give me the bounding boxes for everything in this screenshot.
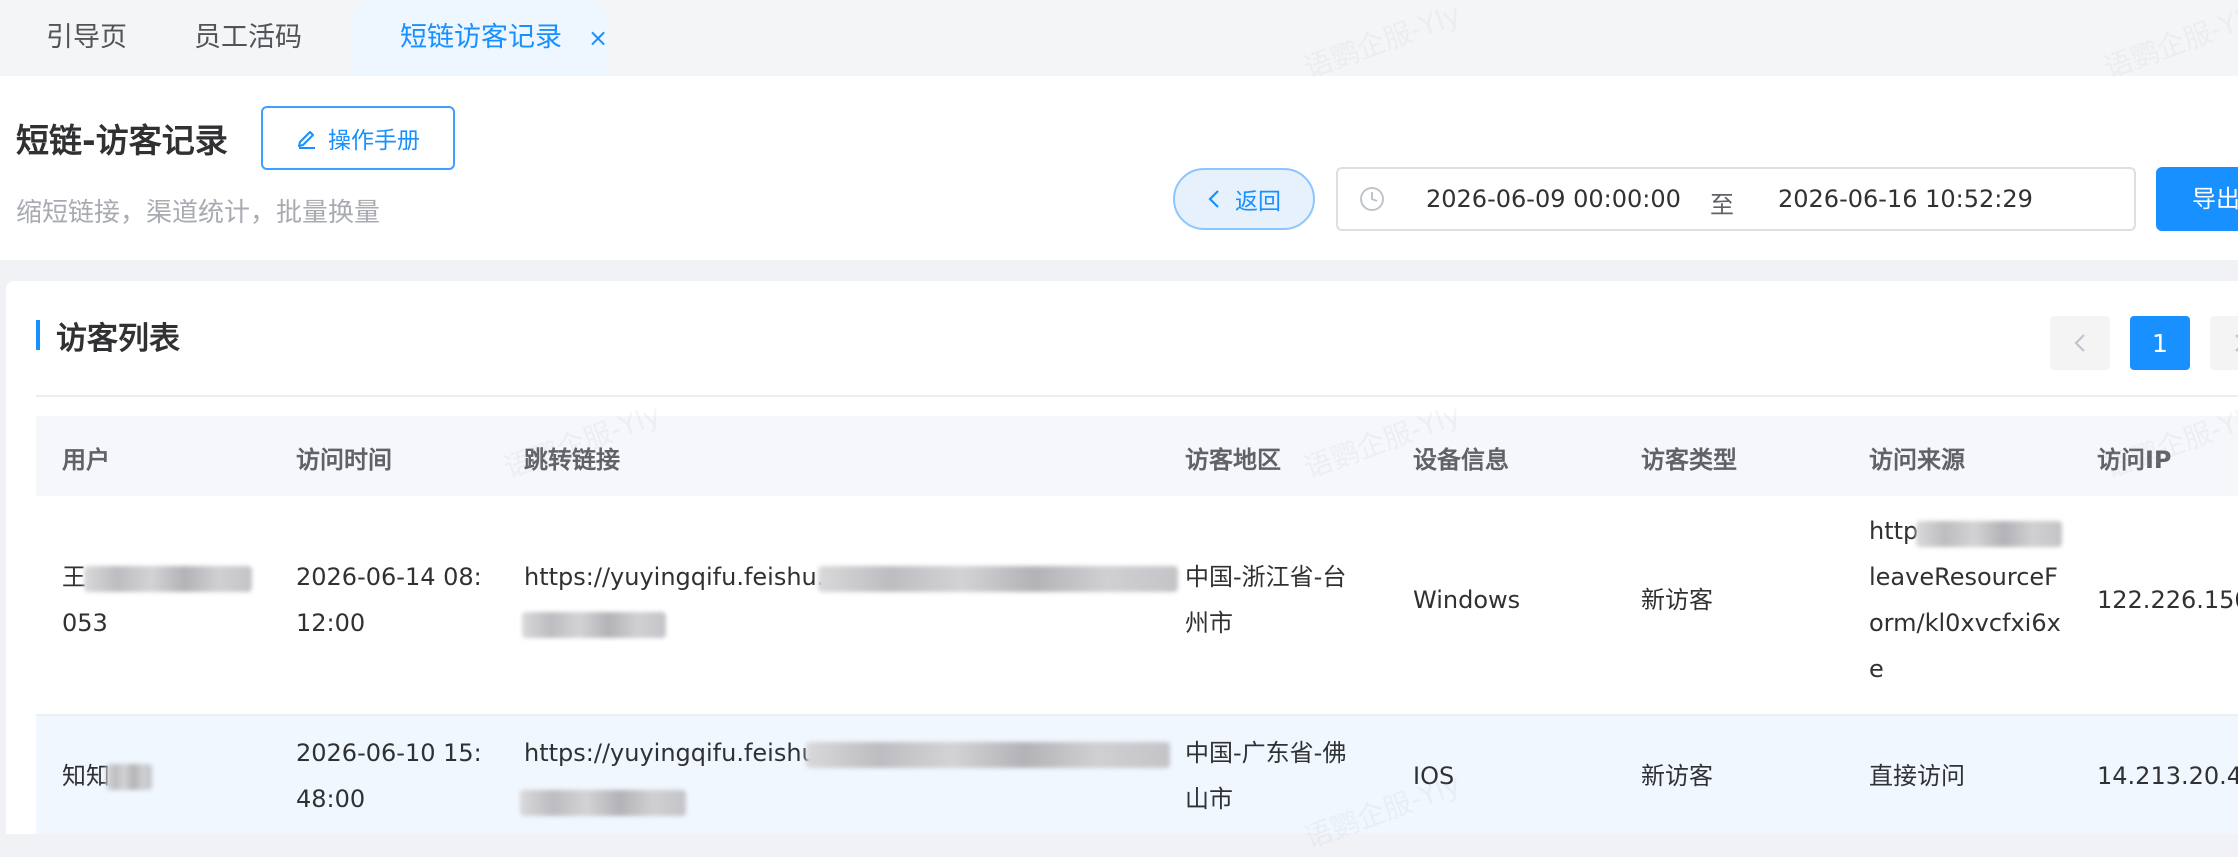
cell-type: 新访客 — [1641, 762, 1713, 790]
cell-time: 2026-06-14 08: 12:00 — [296, 563, 482, 637]
edit-icon — [298, 131, 315, 149]
column-header-source: 访问来源 — [1869, 446, 1965, 474]
pagination-next[interactable] — [2210, 316, 2238, 370]
chevron-left-icon — [2074, 334, 2085, 352]
close-icon[interactable]: × — [588, 0, 608, 76]
column-header-ip: 访问IP — [2097, 446, 2172, 474]
cell-region: 中国-浙江省-台 州市 — [1185, 563, 1347, 637]
column-header-user: 用户 — [62, 446, 110, 474]
visitor-list-title: 访客列表 — [56, 321, 180, 357]
tab-employee-qrcode[interactable]: 员工活码 — [194, 0, 302, 76]
divider — [36, 395, 2238, 397]
pagination-page[interactable]: 1 — [2130, 316, 2190, 370]
pagination-prev[interactable] — [2050, 316, 2110, 370]
column-header-link: 跳转链接 — [524, 446, 620, 474]
redacted-mask — [520, 790, 686, 816]
date-start[interactable]: 2026-06-09 00:00:00 — [1426, 185, 1681, 213]
date-range-picker[interactable]: 2026-06-09 00:00:00 至 2026-06-16 10:52:2… — [1336, 167, 2136, 231]
cell-ip: 14.213.20.48 — [2097, 762, 2238, 790]
column-header-device: 设备信息 — [1413, 446, 1509, 474]
cell-link[interactable]: https://yuyingqifu.feishu.c — [524, 730, 838, 776]
cell-region: 中国-广东省-佛 山市 — [1185, 739, 1347, 813]
cell-type: 新访客 — [1641, 586, 1713, 614]
cell-source: 直接访问 — [1869, 762, 1965, 790]
back-button-label: 返回 — [1235, 189, 1281, 215]
cell-link[interactable]: https://yuyingqifu.feishu.cn — [524, 554, 853, 600]
redacted-mask — [522, 612, 666, 638]
redacted-mask — [84, 566, 252, 592]
page-subtitle: 缩短链接，渠道统计，批量换量 — [16, 198, 381, 228]
clock-icon — [1360, 187, 1384, 211]
page-title: 短链-访客记录 — [16, 121, 228, 160]
cell-device: IOS — [1413, 762, 1455, 790]
redacted-mask — [106, 764, 152, 790]
redacted-mask — [818, 566, 1178, 592]
tab-shortlink-visitors[interactable]: 短链访客记录 × — [352, 0, 608, 76]
cell-time: 2026-06-10 15: 48:00 — [296, 739, 482, 813]
tab-label: 短链访客记录 — [400, 22, 562, 53]
manual-button[interactable]: 操作手册 — [261, 106, 455, 170]
chevron-left-icon — [1208, 190, 1219, 208]
redacted-mask — [806, 742, 1170, 768]
redacted-mask — [1916, 521, 2062, 547]
table-row[interactable]: 王 053 2026-06-14 08: 12:00 https://yuyin… — [36, 496, 2238, 716]
manual-button-label: 操作手册 — [328, 128, 420, 154]
table-header: 用户 访问时间 跳转链接 访客地区 设备信息 访客类型 访问来源 访问IP — [36, 416, 2238, 496]
cell-device: Windows — [1413, 586, 1521, 614]
visitor-list-card: 访客列表 1 用户 访问时间 跳转链接 访客地区 设备信息 访客类型 访问来源 … — [6, 281, 2238, 834]
cell-ip: 122.226.150.2 — [2097, 586, 2238, 614]
export-button[interactable]: 导出 — [2156, 167, 2238, 231]
date-end[interactable]: 2026-06-16 10:52:29 — [1778, 185, 2033, 213]
table-row[interactable]: 知知 2026-06-10 15: 48:00 https://yuyingqi… — [36, 716, 2238, 834]
column-header-time: 访问时间 — [296, 446, 392, 474]
back-button[interactable]: 返回 — [1173, 168, 1315, 230]
date-separator: 至 — [1710, 191, 1734, 219]
cell-user: 知知 — [62, 762, 110, 790]
chevron-right-icon — [2235, 334, 2238, 352]
column-header-region: 访客地区 — [1185, 446, 1281, 474]
title-accent-bar — [36, 320, 40, 350]
tab-bar: 引导页 员工活码 短链访客记录 × — [0, 0, 2238, 76]
tab-guide[interactable]: 引导页 — [46, 0, 127, 76]
column-header-type: 访客类型 — [1641, 446, 1737, 474]
page-header: 短链-访客记录 操作手册 缩短链接，渠道统计，批量换量 返回 2026-06-0… — [0, 76, 2238, 260]
